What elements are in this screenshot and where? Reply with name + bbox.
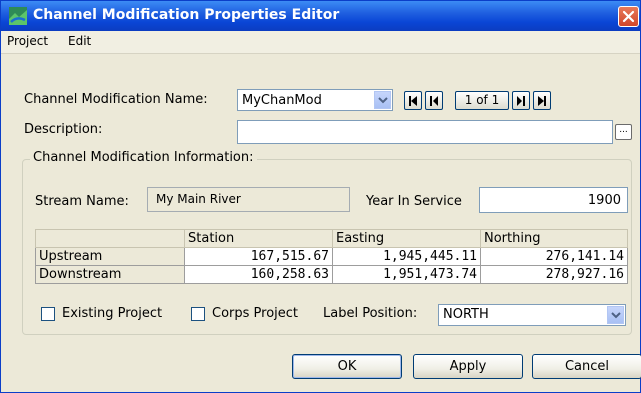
previous-record-button[interactable]: [425, 91, 443, 110]
chevron-down-icon: [378, 97, 388, 104]
downstream-easting-cell[interactable]: 1,951,473.74: [332, 265, 481, 284]
existing-project-checkbox[interactable]: [41, 307, 55, 321]
corps-project-label: Corps Project: [212, 306, 299, 321]
ok-button[interactable]: OK: [292, 354, 402, 379]
close-button[interactable]: [618, 6, 639, 27]
upstream-station-cell[interactable]: 167,515.67: [184, 247, 333, 266]
stream-name-value: My Main River: [156, 192, 241, 206]
apply-button[interactable]: Apply: [413, 354, 523, 379]
year-input[interactable]: 1900: [479, 187, 628, 213]
row-label-upstream: Upstream: [35, 247, 185, 266]
group-title: Channel Modification Information:: [30, 150, 257, 165]
corps-project-checkbox[interactable]: [191, 307, 205, 321]
column-header: [35, 229, 185, 248]
upstream-northing-cell[interactable]: 276,141.14: [480, 247, 628, 266]
next-record-icon: [517, 96, 525, 106]
window-title: Channel Modification Properties Editor: [33, 7, 340, 23]
label-position-label: Label Position:: [323, 306, 418, 321]
year-value: 1900: [587, 193, 621, 208]
first-record-button[interactable]: [404, 91, 422, 110]
row-label-downstream: Downstream: [35, 265, 185, 284]
name-label: Channel Modification Name:: [24, 92, 208, 107]
existing-project-label: Existing Project: [62, 306, 163, 321]
stream-name-field: My Main River: [147, 187, 350, 212]
last-record-icon: [538, 96, 546, 106]
app-logo-icon: [9, 7, 27, 25]
description-browse-button[interactable]: ...: [615, 124, 632, 140]
upstream-easting-cell[interactable]: 1,945,445.11: [332, 247, 481, 266]
downstream-northing-cell[interactable]: 278,927.16: [480, 265, 628, 284]
name-combo[interactable]: MyChanMod: [237, 89, 393, 111]
year-label: Year In Service: [366, 194, 462, 209]
previous-record-icon: [430, 96, 438, 106]
chevron-down-icon: [611, 312, 621, 319]
table-row: Upstream 167,515.67 1,945,445.11 276,141…: [35, 247, 628, 266]
name-dropdown-button[interactable]: [374, 91, 391, 109]
label-position-value: NORTH: [443, 307, 489, 322]
first-record-icon: [409, 96, 417, 106]
cancel-button[interactable]: Cancel: [532, 354, 641, 379]
menu-bar: Project Edit: [1, 31, 640, 54]
column-header-station: Station: [184, 229, 333, 248]
downstream-station-cell[interactable]: 160,258.63: [184, 265, 333, 284]
location-table: Station Easting Northing Upstream 167,51…: [35, 229, 628, 284]
title-bar[interactable]: Channel Modification Properties Editor: [1, 1, 640, 31]
record-pager: 1 of 1: [455, 91, 509, 110]
last-record-button[interactable]: [533, 91, 551, 110]
close-icon: [622, 10, 635, 23]
menu-edit[interactable]: Edit: [68, 34, 91, 48]
label-position-select[interactable]: NORTH: [438, 304, 626, 326]
column-header-northing: Northing: [480, 229, 628, 248]
next-record-button[interactable]: [512, 91, 530, 110]
name-value: MyChanMod: [242, 93, 322, 108]
table-row: Downstream 160,258.63 1,951,473.74 278,9…: [35, 265, 628, 284]
table-header-row: Station Easting Northing: [35, 229, 628, 248]
stream-name-label: Stream Name:: [35, 194, 129, 209]
menu-project[interactable]: Project: [7, 34, 48, 48]
description-label: Description:: [24, 122, 103, 137]
description-input[interactable]: [237, 120, 613, 144]
label-position-dropdown-button[interactable]: [607, 306, 624, 324]
column-header-easting: Easting: [332, 229, 481, 248]
dialog-window: Channel Modification Properties Editor P…: [0, 0, 641, 393]
